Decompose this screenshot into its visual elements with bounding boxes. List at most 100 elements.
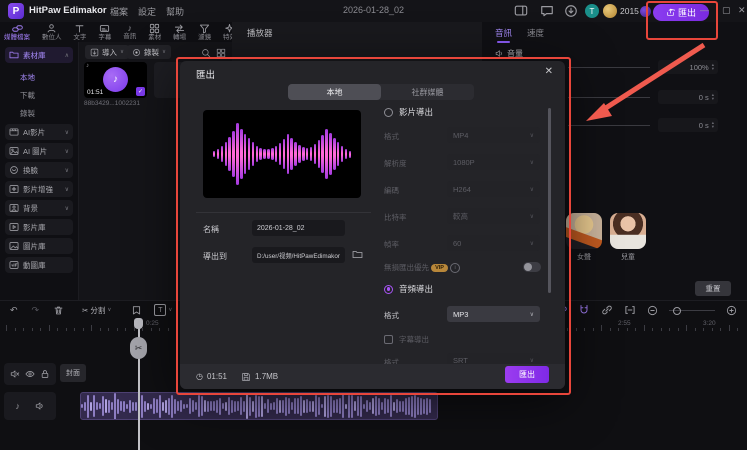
text-icon: T — [154, 304, 167, 316]
sidebar-item-gif-library[interactable]: 動圖庫 — [5, 257, 73, 273]
user-avatar[interactable]: T — [585, 4, 599, 18]
fade-in-value[interactable]: 0 s ▴ ▾ — [658, 90, 718, 104]
points-balance: 2015 — [620, 6, 639, 16]
download-icon[interactable] — [564, 4, 578, 18]
hide-track-icon[interactable] — [25, 369, 35, 379]
stepper-icon[interactable]: ▴ ▾ — [712, 92, 714, 101]
dialog-scrollbar[interactable] — [548, 108, 551, 293]
dialog-close-icon[interactable]: ✕ — [545, 66, 553, 77]
stepper-icon[interactable]: ▴ ▾ — [712, 62, 714, 71]
undo-icon[interactable]: ↶ — [10, 305, 18, 316]
info-icon[interactable]: i — [450, 263, 461, 274]
lock-track-icon[interactable] — [40, 369, 50, 379]
tab-audio[interactable]: 音訊 — [495, 27, 512, 43]
toolbar-item-media-files[interactable]: 媒體檔案 — [4, 23, 30, 41]
sidebar-item-ai-video[interactable]: AI影片 ∨ — [5, 124, 73, 140]
grid-view-icon[interactable] — [216, 48, 226, 58]
fade-in-slider[interactable] — [568, 97, 650, 98]
playhead-handle[interactable] — [134, 318, 143, 329]
tab-local[interactable]: 本地 — [288, 84, 381, 100]
media-item-audio[interactable]: ♪ ♪ 01:51 ✓ — [84, 62, 147, 98]
tab-speed[interactable]: 速度 — [527, 27, 544, 39]
face-swap-icon — [10, 166, 18, 174]
feedback-chat-icon[interactable] — [540, 4, 554, 18]
range-select-icon[interactable] — [624, 304, 636, 316]
resolution-label: 解析度 — [384, 159, 407, 168]
zoom-slider-knob[interactable] — [673, 306, 681, 315]
toolbar-item-assets[interactable]: 素材 — [148, 23, 161, 41]
stepper-icon[interactable]: ▴ ▾ — [712, 120, 714, 129]
redo-icon[interactable]: ↷ — [32, 305, 40, 316]
toolbar-item-audio[interactable]: ♪ 音訊 — [123, 24, 136, 41]
sidebar-item-material-library[interactable]: 素材庫 ∧ — [5, 47, 73, 63]
voice-preset-female[interactable] — [566, 213, 602, 249]
codec-select[interactable]: H264 ∨ — [447, 181, 540, 197]
timeline-zoom-slider[interactable] — [669, 305, 715, 315]
maximize-button[interactable]: ▢ — [722, 5, 731, 16]
cover-button[interactable]: 封面 — [60, 364, 86, 382]
sidebar-item-face-swap[interactable]: 換臉 ∨ — [5, 162, 73, 178]
sidebar-item-downloads[interactable]: 下載 — [20, 88, 70, 102]
search-icon[interactable] — [201, 48, 211, 58]
chain-link-icon[interactable] — [601, 304, 613, 316]
expand-icon[interactable]: ∨ — [65, 205, 69, 212]
split-button[interactable]: ✂ 分割 ∨ — [82, 305, 111, 316]
zoom-out-icon[interactable] — [647, 305, 658, 316]
sidebar-item-local[interactable]: 本地 — [20, 70, 70, 84]
collapse-icon[interactable]: ∧ — [65, 52, 69, 59]
toolbar-item-subtitles[interactable]: 字幕 — [98, 23, 111, 41]
dialog-export-button[interactable]: 匯出 — [505, 366, 549, 383]
subtitle-export-checkbox[interactable]: 字幕導出 — [384, 334, 429, 345]
audio-clip[interactable] — [80, 392, 438, 420]
framerate-select[interactable]: 60 ∨ — [447, 235, 540, 251]
vip-membership-icon[interactable] — [640, 6, 651, 17]
layout-panels-icon[interactable] — [514, 4, 528, 18]
format-select[interactable]: MP4 ∨ — [447, 127, 540, 143]
toolbar-item-digital-human[interactable]: 數位人 — [42, 23, 61, 41]
fade-out-slider[interactable] — [568, 125, 650, 126]
expand-icon[interactable]: ∨ — [65, 167, 69, 174]
volume-slider[interactable] — [568, 67, 650, 68]
audio-format-select[interactable]: MP3 ∨ — [447, 306, 540, 322]
voice-preset-child[interactable] — [610, 213, 646, 249]
marker-icon[interactable] — [131, 305, 142, 316]
name-input[interactable] — [252, 220, 345, 236]
lossless-toggle[interactable] — [523, 262, 541, 272]
volume-value[interactable]: 100% ▴ ▾ — [658, 60, 718, 74]
delete-icon[interactable] — [53, 305, 64, 316]
close-button[interactable]: ✕ — [738, 5, 746, 16]
zoom-in-icon[interactable] — [726, 305, 737, 316]
expand-icon[interactable]: ∨ — [65, 186, 69, 193]
sidebar-item-video-enhance[interactable]: 影片增強 ∨ — [5, 181, 73, 197]
magnet-icon[interactable] — [578, 304, 590, 316]
text-overlay-button[interactable]: T ∨ — [154, 304, 172, 316]
sidebar-item-video-library[interactable]: 影片庫 — [5, 219, 73, 235]
bitrate-select[interactable]: 較高 ∨ — [447, 208, 540, 224]
import-button[interactable]: 導入 ∨ — [85, 45, 130, 59]
sidebar-item-ai-image[interactable]: AI 圖片 ∨ — [5, 143, 73, 159]
split-cursor[interactable]: ✂ — [130, 337, 147, 359]
audio-export-radio[interactable]: 音頻導出 — [384, 283, 433, 295]
sidebar-item-recordings[interactable]: 錄製 — [20, 106, 70, 120]
export-path-input[interactable] — [252, 247, 345, 263]
coin-icon[interactable] — [603, 4, 617, 18]
audio-format-label: 格式 — [384, 311, 399, 320]
resolution-select[interactable]: 1080P ∨ — [447, 154, 540, 170]
selected-checkbox[interactable]: ✓ — [136, 87, 145, 96]
sidebar-item-background[interactable]: 背景 ∨ — [5, 200, 73, 216]
record-button[interactable]: 錄製 ∨ — [127, 45, 172, 59]
tab-social-media[interactable]: 社群媒體 — [381, 84, 474, 100]
fade-out-value[interactable]: 0 s ▴ ▾ — [658, 118, 718, 132]
sidebar-item-image-library[interactable]: 圖片庫 — [5, 238, 73, 254]
toolbar-item-text[interactable]: 文字 — [73, 23, 86, 41]
minimize-button[interactable]: — — [700, 5, 709, 15]
expand-icon[interactable]: ∨ — [65, 148, 69, 155]
toolbar-item-transitions[interactable]: 轉場 — [173, 23, 186, 41]
toolbar-item-filters[interactable]: 濾鏡 — [198, 23, 211, 41]
track-volume-icon[interactable] — [35, 401, 45, 411]
reset-button[interactable]: 重置 — [695, 281, 731, 296]
mute-track-icon[interactable] — [10, 369, 20, 379]
browse-folder-icon[interactable] — [352, 249, 363, 260]
video-export-radio[interactable]: 影片導出 — [384, 106, 433, 118]
expand-icon[interactable]: ∨ — [65, 129, 69, 136]
